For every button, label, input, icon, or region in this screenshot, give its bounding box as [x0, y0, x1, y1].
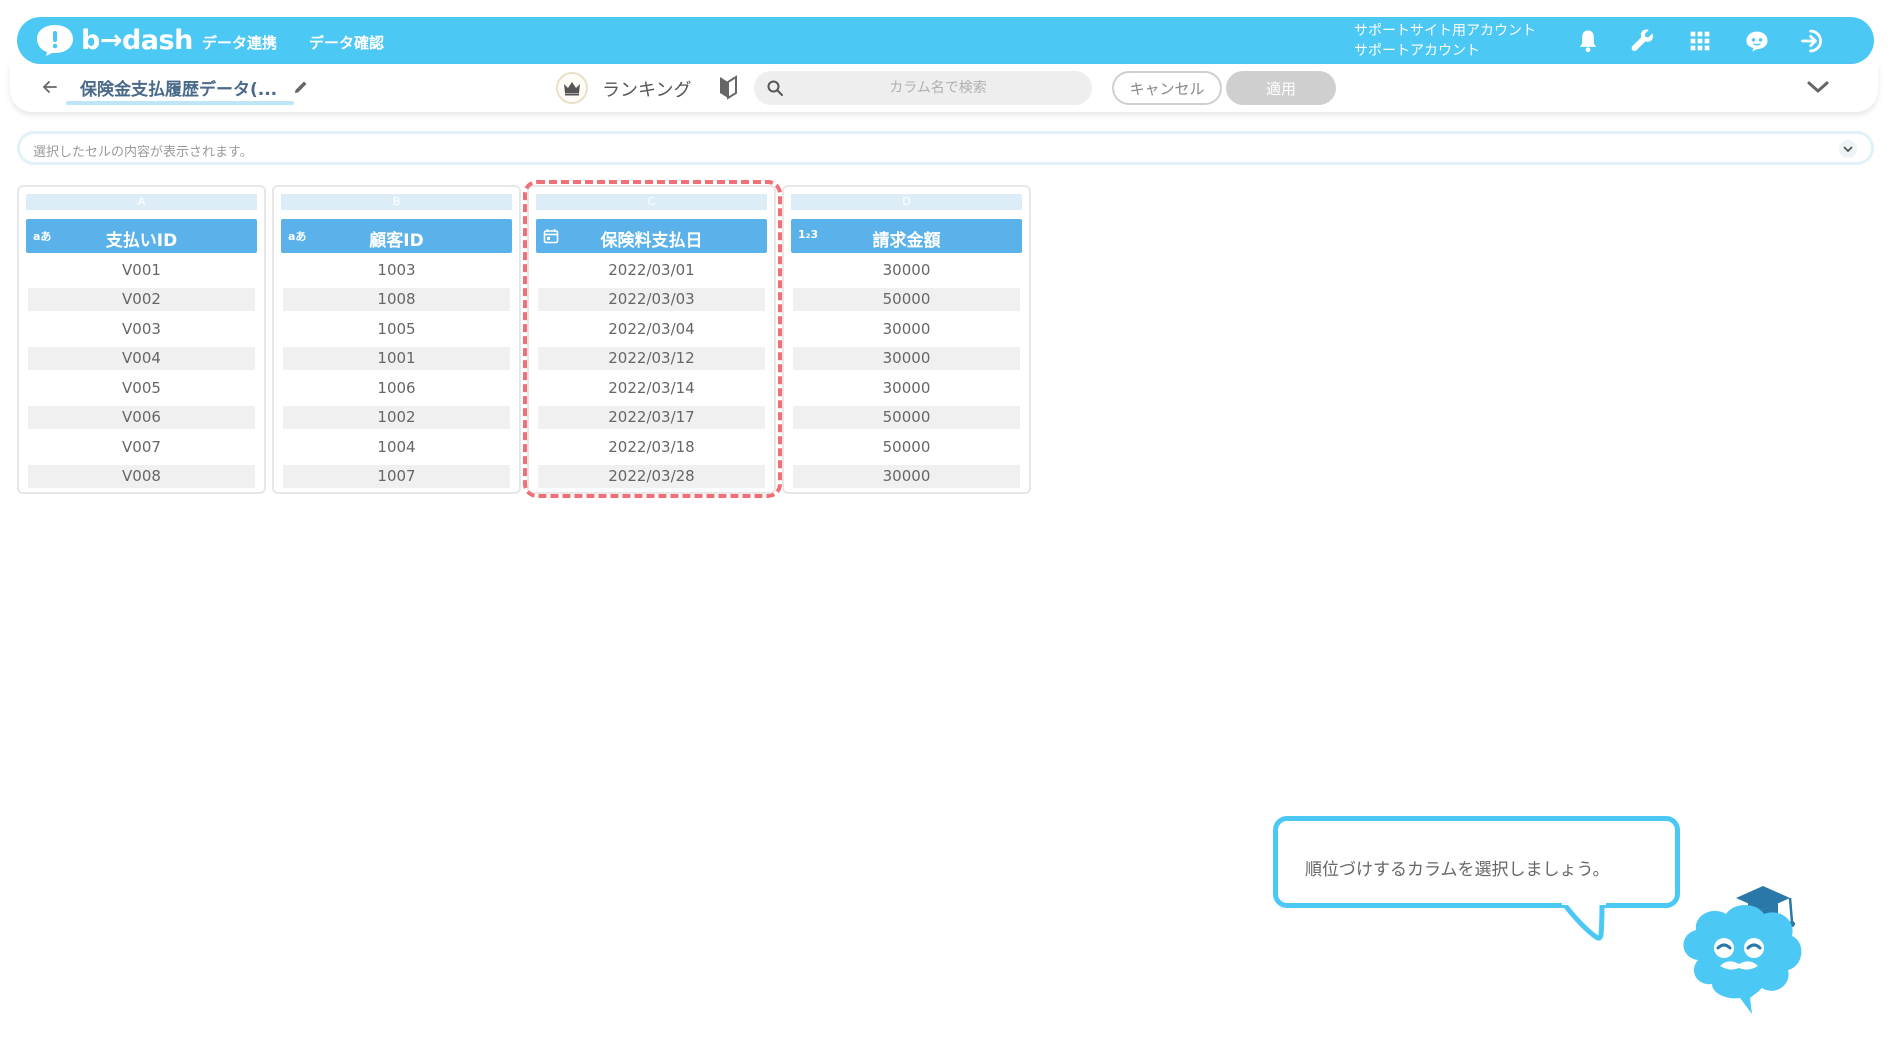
top-navigation-bar: b→dash データ連携 データ確認 サポートサイト用アカウント サポートアカウ…: [17, 17, 1874, 64]
table-cell[interactable]: 1002: [283, 406, 510, 429]
column-title: 支払いID: [105, 231, 178, 251]
column-letter: C: [536, 194, 767, 210]
pencil-edit-icon[interactable]: [292, 78, 310, 96]
column-letter: D: [791, 194, 1022, 210]
table-cell[interactable]: 30000: [793, 318, 1020, 341]
expand-chevron-icon[interactable]: [1839, 140, 1857, 158]
table-cell[interactable]: 2022/03/28: [538, 465, 765, 488]
table-cell[interactable]: 1004: [283, 436, 510, 459]
table-cell[interactable]: 30000: [793, 465, 1020, 488]
account-user-name: サポートアカウント: [1354, 43, 1480, 59]
ranking-mode-badge: [556, 72, 588, 104]
nav-data-integration[interactable]: データ連携: [202, 32, 277, 53]
table-cell[interactable]: 2022/03/14: [538, 377, 765, 400]
column-title: 顧客ID: [369, 231, 424, 251]
table-cell[interactable]: V003: [28, 318, 255, 341]
speech-bubble-tail: [1562, 901, 1606, 941]
table-cell[interactable]: 2022/03/17: [538, 406, 765, 429]
column-letter: B: [281, 194, 512, 210]
table-cell[interactable]: 30000: [793, 259, 1020, 282]
column-header[interactable]: aあ 支払いID: [26, 219, 257, 253]
chevron-down-icon[interactable]: [1805, 76, 1831, 98]
table-cell[interactable]: V005: [28, 377, 255, 400]
selected-cell-content-bar[interactable]: 選択したセルの内容が表示されます。: [17, 131, 1874, 165]
column-card-c[interactable]: C 保険料支払日 2022/03/01 2022/03/03 2022/03/0…: [527, 185, 776, 494]
selected-cell-placeholder: 選択したセルの内容が表示されます。: [33, 145, 253, 160]
column-header[interactable]: aあ 顧客ID: [281, 219, 512, 253]
table-cell[interactable]: 2022/03/03: [538, 288, 765, 311]
table-cell[interactable]: 50000: [793, 288, 1020, 311]
table-cell[interactable]: 1006: [283, 377, 510, 400]
apps-grid-icon[interactable]: [1684, 25, 1716, 57]
brain-mascot-icon: [1683, 886, 1802, 1014]
column-letter: A: [26, 194, 257, 210]
table-cell[interactable]: V007: [28, 436, 255, 459]
dataset-name[interactable]: 保険金支払履歴データ(...: [80, 75, 277, 100]
table-cell[interactable]: V008: [28, 465, 255, 488]
dataset-toolbar: 保険金支払履歴データ(... ランキング キャンセル 適用: [10, 64, 1878, 112]
brand-name: b→dash: [81, 24, 193, 56]
chat-mascot-icon[interactable]: [1741, 25, 1773, 57]
column-search-box[interactable]: [754, 71, 1092, 105]
speech-bubble-logo-icon: [37, 25, 73, 56]
bell-icon[interactable]: [1572, 25, 1604, 57]
table-cell[interactable]: V001: [28, 259, 255, 282]
table-cell[interactable]: 2022/03/12: [538, 347, 765, 370]
tutorial-message: 順位づけするカラムを選択しましょう。: [1305, 860, 1610, 880]
crown-icon: [564, 82, 580, 96]
column-card-a[interactable]: A aあ 支払いID V001 V002 V003 V004 V005 V006…: [17, 185, 266, 494]
back-arrow-icon[interactable]: [40, 77, 60, 97]
apply-button[interactable]: 適用: [1226, 71, 1336, 105]
table-cell[interactable]: 1008: [283, 288, 510, 311]
table-cell[interactable]: 1007: [283, 465, 510, 488]
table-cell[interactable]: 1003: [283, 259, 510, 282]
column-header[interactable]: 保険料支払日: [536, 219, 767, 253]
column-title: 保険料支払日: [600, 231, 703, 251]
logout-icon[interactable]: [1797, 25, 1829, 57]
tutorial-speech-bubble: 順位づけするカラムを選択しましょう。: [1273, 816, 1680, 908]
brand-logo[interactable]: b→dash: [35, 23, 193, 57]
table-cell[interactable]: V006: [28, 406, 255, 429]
ranking-mode-label: ランキング: [602, 80, 692, 101]
table-cell[interactable]: 2022/03/01: [538, 259, 765, 282]
table-cell[interactable]: V002: [28, 288, 255, 311]
column-header[interactable]: 1₂3 請求金額: [791, 219, 1022, 253]
wrench-icon[interactable]: [1627, 25, 1659, 57]
column-title: 請求金額: [872, 231, 941, 251]
column-card-b[interactable]: B aあ 顧客ID 1003 1008 1005 1001 1006 1002 …: [272, 185, 521, 494]
table-cell[interactable]: 2022/03/04: [538, 318, 765, 341]
table-cell[interactable]: 2022/03/18: [538, 436, 765, 459]
beginner-guide-icon[interactable]: [717, 74, 739, 100]
table-cell[interactable]: 30000: [793, 347, 1020, 370]
table-cell[interactable]: 50000: [793, 406, 1020, 429]
table-cell[interactable]: 1001: [283, 347, 510, 370]
cancel-button[interactable]: キャンセル: [1112, 71, 1222, 105]
table-cell[interactable]: 50000: [793, 436, 1020, 459]
table-cell[interactable]: 1005: [283, 318, 510, 341]
table-cell[interactable]: V004: [28, 347, 255, 370]
column-search-input[interactable]: [794, 71, 1082, 105]
dataset-name-underline: [66, 101, 294, 105]
account-info[interactable]: サポートサイト用アカウント サポートアカウント: [1354, 21, 1536, 61]
account-site-name: サポートサイト用アカウント: [1354, 23, 1536, 39]
nav-data-check[interactable]: データ確認: [309, 32, 384, 53]
table-cell[interactable]: 30000: [793, 377, 1020, 400]
column-card-d[interactable]: D 1₂3 請求金額 30000 50000 30000 30000 30000…: [782, 185, 1031, 494]
search-icon: [767, 80, 783, 96]
